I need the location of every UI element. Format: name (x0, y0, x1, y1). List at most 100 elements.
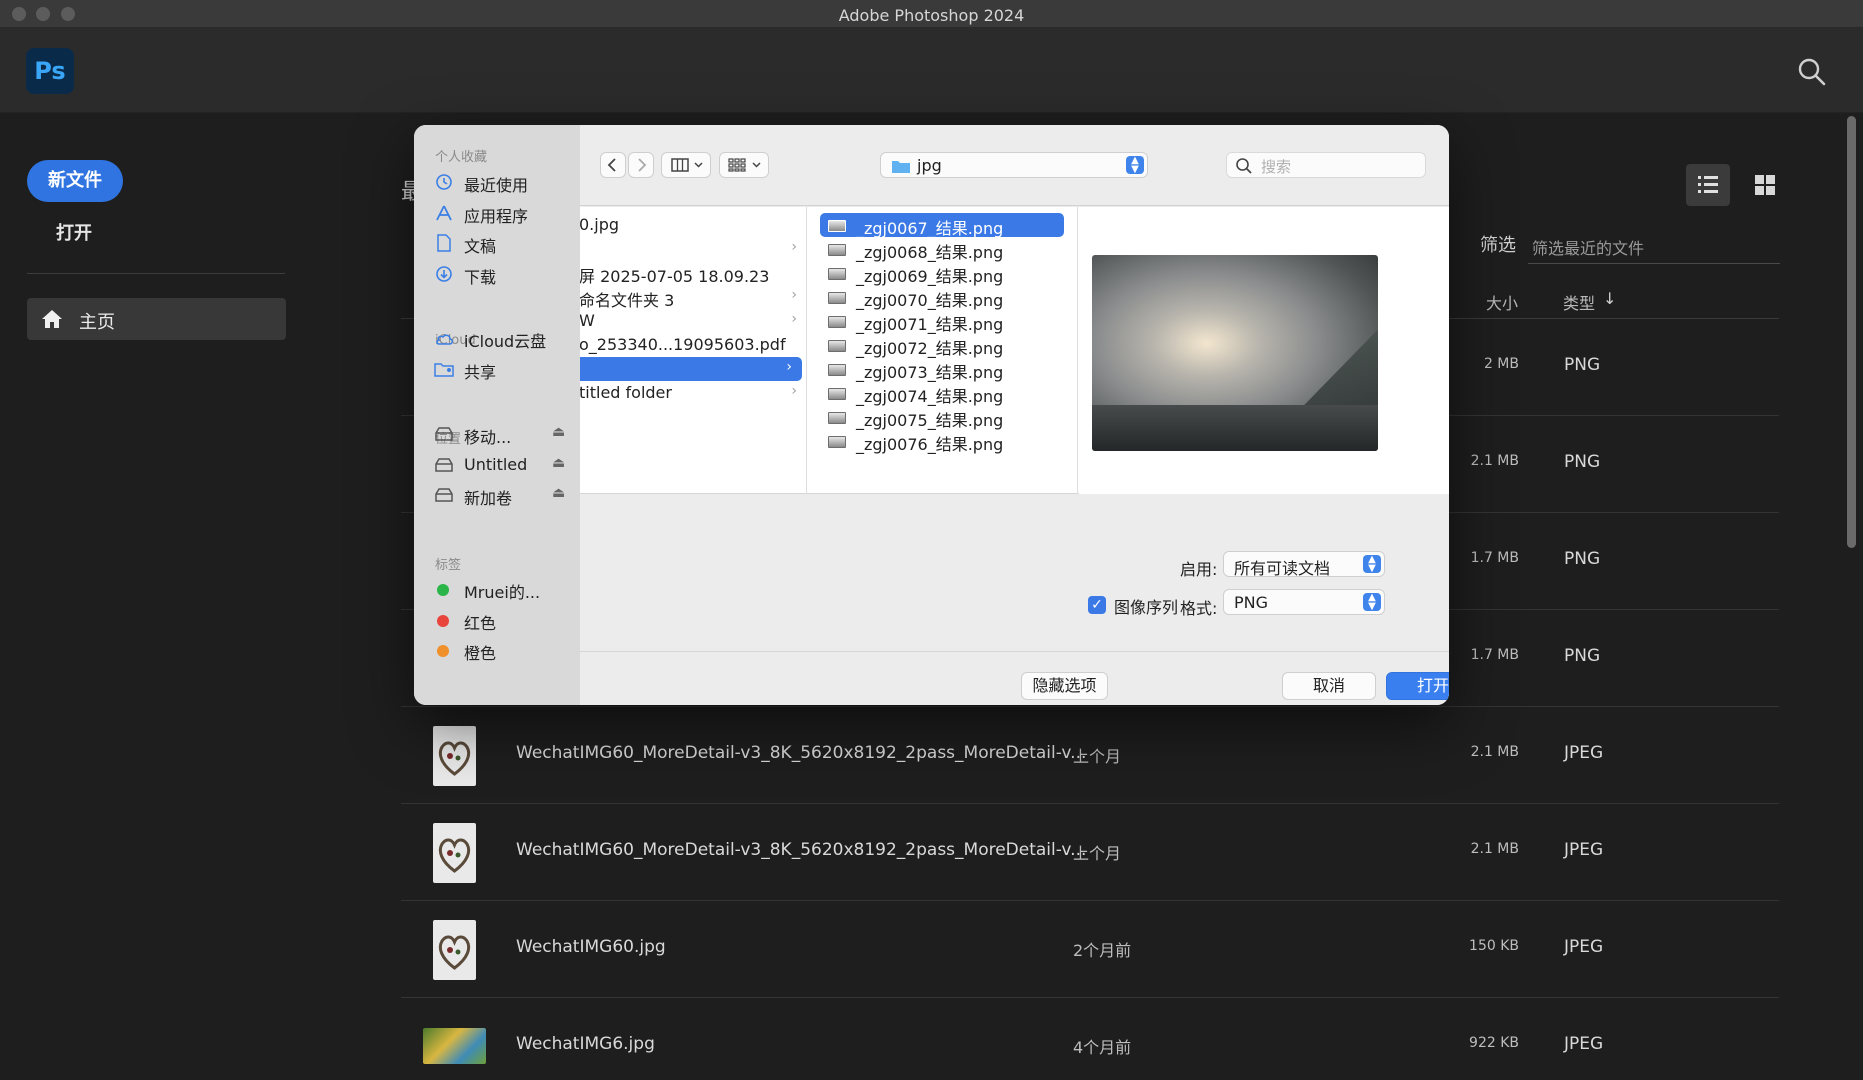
hide-options-button[interactable]: 隐藏选项 (1021, 672, 1108, 700)
file-row[interactable]: WechatIMG60_MoreDetail-v3_8K_5620x8192_2… (401, 804, 1779, 901)
sidebar-item[interactable]: 共享 (434, 356, 574, 382)
enable-popup[interactable]: 所有可读文档 ▲ ▼ (1223, 551, 1385, 578)
browser-column-2[interactable]: _zgj0067_结果.png _zgj0068_结果.png _zgj0069_结… (808, 207, 1078, 494)
file-type: JPEG (1564, 1034, 1604, 1054)
file-item-label: _zgj0069_结果.png (856, 267, 1004, 286)
image-file-icon (828, 244, 846, 256)
filter-label: 筛选 (1480, 235, 1516, 256)
forward-button[interactable] (628, 152, 654, 178)
image-file-icon (828, 220, 846, 232)
heart-thumbnail-image (438, 935, 471, 970)
new-file-button[interactable]: 新文件 (27, 160, 123, 202)
file-row[interactable]: WechatIMG60.jpg 2个月前 150 KB JPEG (401, 901, 1779, 998)
file-item[interactable]: _zgj0073_结果.png (820, 357, 1064, 382)
sidebar-tag-label: 红色 (464, 613, 497, 633)
folder-icon (892, 161, 910, 173)
file-row[interactable]: WechatIMG60_MoreDetail-v3_8K_5620x8192_2… (401, 707, 1779, 804)
format-label: 格式: (1180, 599, 1218, 618)
open-file-button[interactable]: 打开 (1386, 672, 1449, 700)
file-item[interactable]: _zgj0075_结果.png (820, 405, 1064, 430)
file-row[interactable]: WechatIMG6.jpg 4个月前 922 KB JPEG (401, 998, 1779, 1080)
browser-item[interactable]: 0.jpg (580, 213, 806, 237)
sidebar-item[interactable]: 最近使用 (434, 169, 574, 195)
eject-icon[interactable]: ⏏ (552, 485, 565, 501)
grid-view-button[interactable] (1743, 164, 1787, 206)
file-item[interactable]: _zgj0072_结果.png (820, 333, 1064, 358)
back-button[interactable] (600, 152, 626, 178)
file-type: JPEG (1564, 840, 1604, 860)
browser-item-label: titled folder (580, 383, 672, 402)
browser-item[interactable]: o_253340...19095603.pdf (580, 333, 806, 357)
browser-item-label: 屏 2025-07-05 18.09.23 (580, 267, 770, 286)
document-icon (437, 234, 451, 252)
sidebar-item[interactable]: 应用程序 (434, 200, 574, 226)
file-item-label: _zgj0071_结果.png (856, 315, 1004, 334)
column-view-button[interactable] (661, 152, 711, 178)
column-header-type[interactable]: 类型 (1563, 290, 1595, 314)
file-type: JPEG (1564, 743, 1604, 763)
browser-item[interactable]: › (580, 237, 806, 261)
file-item[interactable]: _zgj0071_结果.png (820, 309, 1064, 334)
browser-item[interactable]: W › (580, 309, 806, 333)
file-item[interactable]: _zgj0076_结果.png (820, 429, 1064, 454)
main-scrollbar-thumb[interactable] (1847, 116, 1856, 548)
column-header-size[interactable]: 大小 (1486, 290, 1518, 314)
format-popup[interactable]: PNG ▲ ▼ (1223, 589, 1385, 615)
browser-item[interactable]: 屏 2025-07-05 18.09.23 (580, 261, 806, 286)
file-item[interactable]: _zgj0069_结果.png (820, 261, 1064, 286)
sidebar-tag[interactable]: Mruei的... (434, 576, 574, 602)
dialog-search-field[interactable]: 搜索 (1226, 152, 1426, 178)
drive-icon (435, 488, 453, 502)
file-item[interactable]: _zgj0074_结果.png (820, 381, 1064, 406)
sidebar-item[interactable]: 下载 (434, 261, 574, 287)
dialog-search-placeholder: 搜索 (1261, 158, 1292, 176)
file-item[interactable]: _zgj0068_结果.png (820, 237, 1064, 262)
sidebar-item-label: iCloud云盘 (464, 332, 547, 351)
list-view-button[interactable] (1686, 164, 1730, 206)
chevron-right-icon: › (791, 287, 797, 303)
search-icon[interactable] (1796, 56, 1828, 88)
eject-icon[interactable]: ⏏ (552, 455, 565, 471)
browser-column-1[interactable]: 0.jpg › 屏 2025-07-05 18.09.23 命名文件夹 3 › W › o_2… (580, 207, 807, 494)
sidebar-tag[interactable]: 橙色 (434, 637, 574, 663)
download-icon (436, 265, 452, 282)
file-item[interactable]: _zgj0067_结果.png (820, 213, 1064, 238)
sidebar-item[interactable]: Untitled ⏏ (434, 452, 574, 478)
stepper-icon: ▲ ▼ (1126, 156, 1144, 175)
enable-popup-value: 所有可读文档 (1234, 559, 1331, 578)
path-popup[interactable]: jpg ▲ ▼ (880, 152, 1148, 178)
browser-item[interactable]: titled folder › (580, 381, 806, 405)
sidebar-tag[interactable]: 红色 (434, 607, 574, 633)
sidebar-item-label: 应用程序 (464, 206, 529, 226)
file-item-label: _zgj0076_结果.png (856, 435, 1004, 454)
file-item[interactable]: _zgj0070_结果.png (820, 285, 1064, 310)
nav-divider (27, 273, 285, 274)
preview-shore (1092, 405, 1378, 451)
eject-icon[interactable]: ⏏ (552, 424, 565, 440)
group-button[interactable] (719, 152, 769, 178)
cancel-button[interactable]: 取消 (1282, 672, 1376, 700)
open-button[interactable]: 打开 (56, 219, 92, 245)
file-item-label: _zgj0073_结果.png (856, 363, 1004, 382)
file-thumbnail (433, 726, 476, 786)
filter-input[interactable]: 筛选最近的文件 (1528, 224, 1780, 264)
sidebar-item[interactable]: 移动... ⏏ (434, 421, 574, 447)
chevron-right-icon (638, 158, 647, 172)
file-type: PNG (1564, 355, 1601, 375)
image-file-icon (828, 316, 846, 328)
app-header: Ps (0, 28, 1863, 113)
sidebar-item[interactable]: iCloud云盘 (434, 325, 574, 351)
sidebar-item[interactable]: 文稿 (434, 230, 574, 256)
file-type: PNG (1564, 646, 1601, 666)
file-size: 2 MB (1483, 356, 1519, 372)
sidebar-item[interactable]: 新加卷 ⏏ (434, 482, 574, 508)
sidebar-item-label: 共享 (464, 362, 497, 382)
browser-item[interactable]: 命名文件夹 3 › (580, 285, 806, 310)
column-view-icon (671, 158, 703, 172)
browser-item[interactable]: › (580, 357, 802, 381)
sidebar-item-label: Untitled (464, 454, 528, 474)
sidebar-item-label: 最近使用 (464, 176, 529, 195)
file-size: 1.7 MB (1470, 550, 1519, 566)
image-sequence-checkbox[interactable]: ✓ (1088, 596, 1106, 614)
nav-item-home[interactable]: 主页 (27, 298, 286, 340)
